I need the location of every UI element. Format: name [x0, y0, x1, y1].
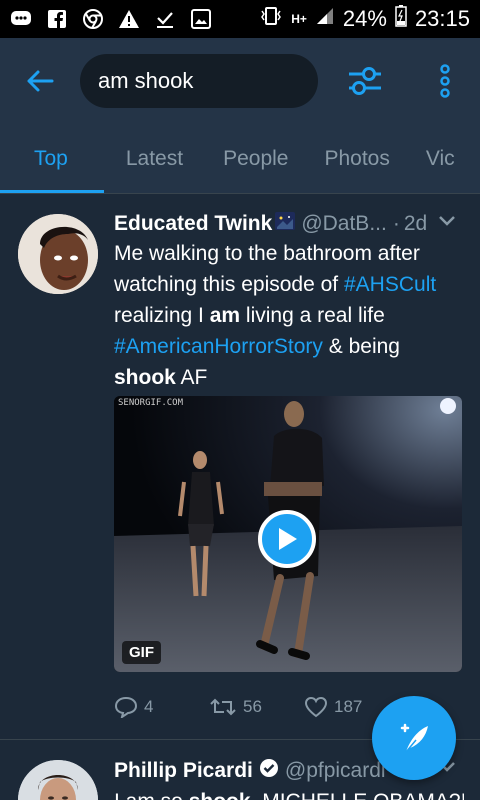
avatar[interactable] [18, 214, 98, 294]
tab-people[interactable]: People [203, 124, 306, 193]
text-segment: . MICHELLE OBAMA?! [251, 790, 464, 800]
more-vertical-icon [440, 64, 450, 98]
tweet-timestamp: 2d [403, 212, 428, 235]
tweet-text: I am so shook. MICHELLE OBAMA?! [114, 786, 464, 800]
tweet-text: Me walking to the bathroom after watchin… [114, 238, 464, 393]
signal-icon [315, 6, 335, 32]
tweet-menu-button[interactable] [438, 214, 456, 232]
arrow-left-icon [27, 70, 54, 92]
back-button[interactable] [0, 38, 80, 124]
hashtag-link[interactable]: #AHSCult [344, 273, 436, 296]
play-icon [279, 528, 297, 550]
search-app-bar [0, 38, 480, 124]
highlighted-term: shook [114, 366, 176, 389]
author-handle[interactable]: @pfpicardi [285, 759, 386, 783]
author-name[interactable]: Phillip Picardi [114, 759, 253, 783]
tab-label: Vic [425, 146, 455, 170]
avatar[interactable] [18, 760, 98, 800]
tweet-card[interactable]: Educated Twink @DatB... · 2d Me walking … [0, 194, 480, 740]
overflow-menu-button[interactable] [410, 38, 480, 124]
verified-icon [259, 758, 279, 784]
search-filter-button[interactable] [320, 38, 410, 124]
search-tabs: Top Latest People Photos Vic [0, 124, 480, 194]
tweet-dot: · [392, 212, 400, 235]
tab-latest[interactable]: Latest [104, 124, 203, 193]
tab-label: Top [34, 146, 68, 170]
tab-photos[interactable]: Photos [306, 124, 407, 193]
tweet-content: Educated Twink @DatB... · 2d Me walking … [114, 212, 464, 393]
gif-badge: GIF [122, 641, 161, 664]
emoji-icon [275, 212, 296, 236]
text-segment: realizing I [114, 304, 210, 327]
chevron-down-icon [439, 216, 455, 226]
gif-media[interactable]: SENORGIF.COM GIF [114, 396, 462, 672]
clock: 23:15 [414, 6, 470, 31]
sliders-icon [349, 67, 381, 95]
chat-icon [10, 9, 32, 29]
reply-button[interactable]: 4 [114, 696, 209, 718]
search-box[interactable] [80, 54, 318, 108]
facebook-icon [46, 9, 68, 29]
tweet-header: Educated Twink @DatB... · 2d [114, 212, 464, 236]
like-count: 187 [334, 697, 363, 716]
compose-tweet-button[interactable] [372, 696, 456, 780]
battery-percent: 24% [342, 6, 387, 31]
highlighted-term: shook [189, 790, 251, 800]
compose-feather-icon [400, 723, 428, 753]
tab-top[interactable]: Top [0, 124, 104, 193]
search-input[interactable] [98, 68, 318, 94]
play-button[interactable] [258, 510, 316, 568]
author-name[interactable]: Educated Twink [114, 212, 272, 236]
chrome-icon [82, 9, 104, 29]
reply-icon [114, 696, 138, 718]
tab-label: Latest [125, 146, 184, 170]
highlighted-term: am [209, 304, 241, 327]
tab-label: Photos [324, 146, 390, 170]
retweet-count: 56 [243, 697, 262, 716]
tab-label: People [223, 146, 289, 170]
retweet-icon [210, 698, 236, 716]
text-segment: I am so [114, 790, 189, 800]
text-segment: & being [322, 335, 400, 358]
download-done-icon [154, 9, 176, 29]
heart-icon [304, 696, 328, 718]
vibrate-icon [259, 6, 283, 32]
retweet-button[interactable]: 56 [209, 697, 304, 717]
author-handle[interactable]: @DatB... [301, 212, 387, 236]
battery-icon [395, 5, 407, 33]
warning-icon [118, 9, 140, 29]
status-bar: H+ 24% 23:15 [0, 0, 480, 38]
gif-watermark: SENORGIF.COM [118, 398, 184, 408]
text-segment: living a real life [240, 304, 385, 327]
hashtag-link[interactable]: #AmericanHorrorStory [114, 335, 323, 358]
network-type: H+ [291, 12, 307, 26]
image-icon [190, 9, 212, 29]
tab-videos[interactable]: Vic [408, 124, 455, 193]
text-segment: AF [175, 366, 208, 389]
reply-count: 4 [144, 697, 154, 716]
